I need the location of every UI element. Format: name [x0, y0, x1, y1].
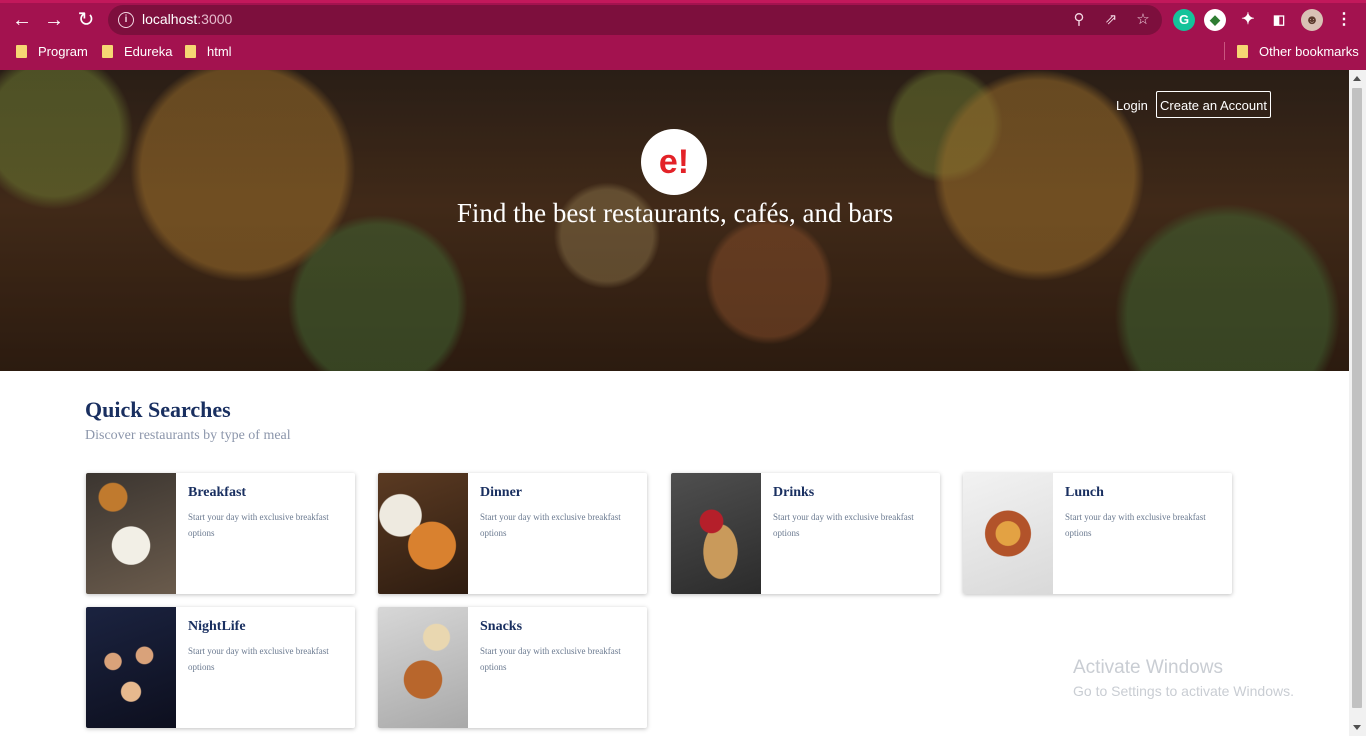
tab-strip: [0, 0, 1366, 3]
create-account-button[interactable]: Create an Account: [1156, 91, 1271, 118]
reload-icon[interactable]: ↻: [74, 8, 98, 32]
folder-icon: [102, 45, 113, 58]
card-description: Start your day with exclusive breakfast …: [188, 646, 329, 672]
snacks-image: [378, 607, 468, 728]
scroll-down-arrow-icon[interactable]: [1353, 725, 1361, 730]
card-description: Start your day with exclusive breakfast …: [188, 512, 329, 538]
share-icon[interactable]: ⇗: [1102, 11, 1120, 29]
nightlife-image: [86, 607, 176, 728]
lunch-image: [963, 473, 1053, 594]
back-arrow-icon[interactable]: ←: [10, 8, 34, 32]
meal-card-snacks[interactable]: Snacks Start your day with exclusive bre…: [378, 607, 647, 728]
bookmark-program[interactable]: Program: [16, 43, 88, 61]
side-panel-icon[interactable]: ◧: [1268, 9, 1290, 31]
meal-card-drinks[interactable]: Drinks Start your day with exclusive bre…: [671, 473, 940, 594]
card-description: Start your day with exclusive breakfast …: [1065, 512, 1206, 538]
windows-watermark-title: Activate Windows: [1073, 657, 1223, 678]
zoom-icon[interactable]: ⚲: [1070, 11, 1088, 29]
breakfast-image: [86, 473, 176, 594]
brand-logo: e!: [641, 129, 707, 195]
card-description: Start your day with exclusive breakfast …: [480, 646, 621, 672]
url-text[interactable]: localhost:3000: [142, 11, 232, 27]
other-bookmarks[interactable]: Other bookmarks: [1237, 43, 1359, 61]
menu-kebab-icon[interactable]: ⋮: [1333, 9, 1355, 31]
profile-avatar[interactable]: ☻: [1301, 9, 1323, 31]
puzzle-extensions-icon[interactable]: ✦: [1237, 9, 1259, 31]
address-bar[interactable]: i localhost:3000 ⚲ ⇗ ☆: [108, 5, 1162, 35]
card-title: Lunch: [1065, 485, 1104, 500]
card-title: Breakfast: [188, 485, 247, 500]
bookmark-label: Edureka: [124, 44, 173, 59]
drinks-image: [671, 473, 761, 594]
meal-card-breakfast[interactable]: Breakfast Start your day with exclusive …: [86, 473, 355, 594]
folder-icon: [1237, 45, 1248, 58]
site-info-icon[interactable]: i: [118, 12, 134, 28]
windows-watermark-subtitle: Go to Settings to activate Windows.: [1073, 683, 1294, 699]
bookmark-label: Program: [38, 44, 88, 59]
folder-icon: [16, 45, 27, 58]
other-bookmarks-label: Other bookmarks: [1259, 44, 1359, 59]
folder-icon: [185, 45, 196, 58]
bookmark-html[interactable]: html: [185, 43, 232, 61]
url-port: :3000: [197, 11, 233, 27]
card-title: Dinner: [480, 485, 522, 500]
login-link[interactable]: Login: [1116, 98, 1148, 113]
bookmark-separator: [1224, 42, 1225, 60]
hero-tagline: Find the best restaurants, cafés, and ba…: [456, 198, 894, 228]
page-scrollbar[interactable]: [1349, 70, 1366, 736]
star-bookmark-icon[interactable]: ☆: [1134, 11, 1152, 29]
card-title: Snacks: [480, 619, 523, 634]
forward-arrow-icon[interactable]: →: [42, 8, 66, 32]
bookmark-edureka[interactable]: Edureka: [102, 43, 172, 61]
extension-icon[interactable]: ◆: [1204, 9, 1226, 31]
section-title: Quick Searches: [85, 397, 231, 422]
card-description: Start your day with exclusive breakfast …: [773, 512, 914, 538]
url-host: localhost: [142, 11, 198, 27]
scrollbar-thumb[interactable]: [1352, 88, 1362, 708]
meal-card-nightlife[interactable]: NightLife Start your day with exclusive …: [86, 607, 355, 728]
bookmark-label: html: [207, 44, 232, 59]
grammarly-extension-icon[interactable]: G: [1173, 9, 1195, 31]
card-title: Drinks: [773, 485, 815, 500]
card-description: Start your day with exclusive breakfast …: [480, 512, 621, 538]
meal-card-dinner[interactable]: Dinner Start your day with exclusive bre…: [378, 473, 647, 594]
meal-card-lunch[interactable]: Lunch Start your day with exclusive brea…: [963, 473, 1232, 594]
scroll-up-arrow-icon[interactable]: [1353, 76, 1361, 81]
dinner-image: [378, 473, 468, 594]
browser-toolbar: ← → ↻ i localhost:3000 ⚲ ⇗ ☆ G ◆ ✦ ◧ ☻ ⋮…: [0, 0, 1366, 70]
section-subtitle: Discover restaurants by type of meal: [85, 428, 291, 443]
card-title: NightLife: [188, 619, 246, 634]
